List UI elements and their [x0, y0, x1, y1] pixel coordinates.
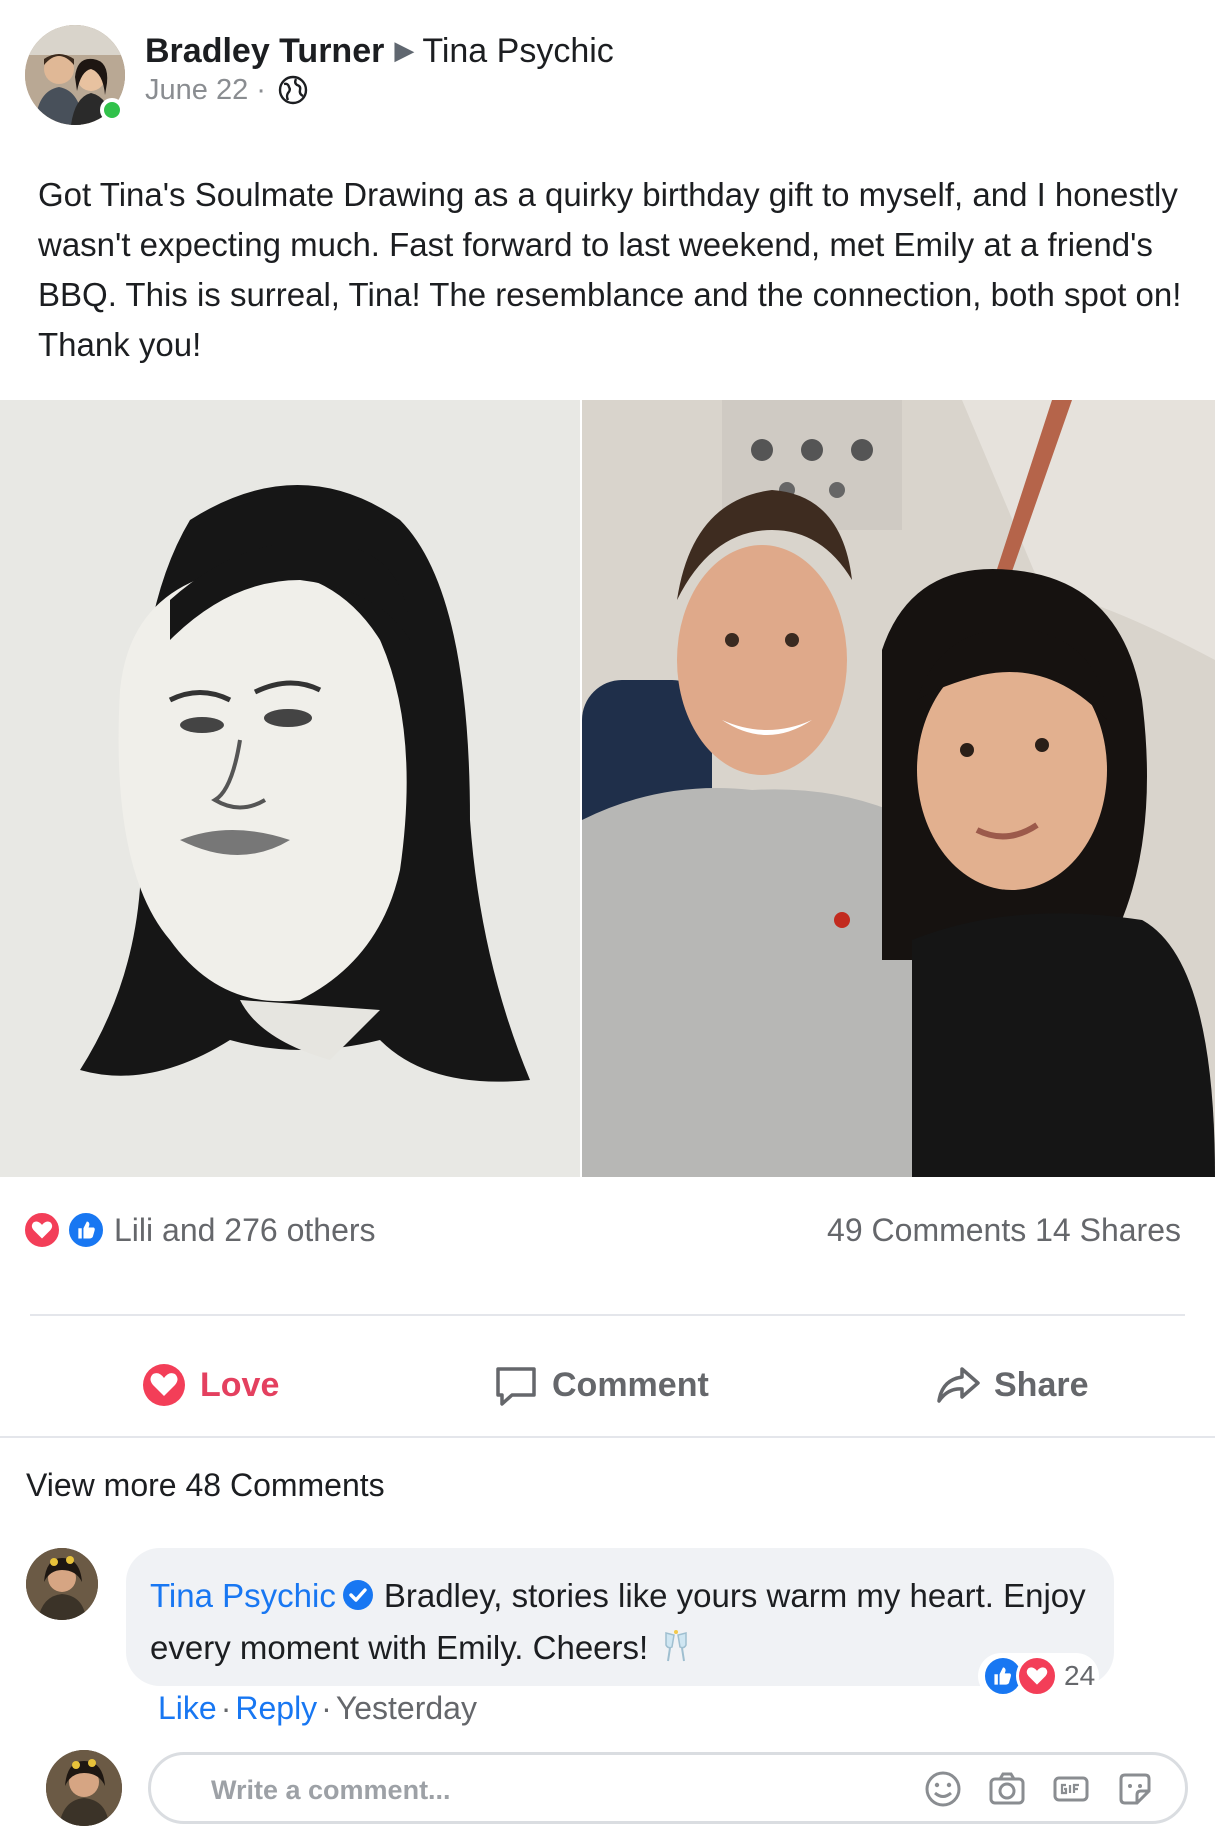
cheers-icon — [665, 1630, 687, 1662]
comments-shares-count[interactable]: 49 Comments 14 Shares — [827, 1212, 1181, 1249]
comment-actions: Like · Reply · Yesterday — [158, 1690, 477, 1727]
love-icon — [143, 1364, 185, 1406]
sticker-icon[interactable] — [1115, 1769, 1155, 1809]
emoji-icon[interactable] — [923, 1769, 963, 1809]
commenter-name[interactable]: Tina Psychic — [150, 1577, 336, 1614]
share-button-label: Share — [994, 1365, 1089, 1404]
soulmate-drawing-image[interactable] — [0, 400, 580, 1177]
couple-selfie-image[interactable] — [582, 400, 1215, 1177]
page-name[interactable]: Tina Psychic — [422, 32, 613, 70]
love-icon — [1016, 1655, 1058, 1697]
comment-like-link[interactable]: Like — [158, 1690, 217, 1726]
comment-bubble: Tina Psychic Bradley, stories like yours … — [126, 1548, 1114, 1686]
globe-icon — [278, 75, 308, 105]
love-button-label: Love — [200, 1365, 280, 1404]
gif-icon[interactable] — [1051, 1769, 1091, 1809]
current-user-avatar — [46, 1750, 122, 1826]
comment-reaction-count: 24 — [1064, 1660, 1096, 1691]
like-icon — [66, 1210, 106, 1250]
share-button[interactable]: Share — [934, 1340, 1089, 1430]
comment-button-label: Comment — [552, 1365, 709, 1404]
comment-composer — [148, 1752, 1188, 1824]
author-line: Bradley Turner ▶ Tina Psychic — [145, 32, 614, 71]
action-separator: · — [220, 1690, 232, 1726]
post-text: Got Tina's Soulmate Drawing as a quirky … — [38, 176, 1182, 363]
comment-icon — [496, 1367, 536, 1406]
post-header: Bradley Turner ▶ Tina Psychic June 22 · — [0, 0, 1215, 150]
play-arrow-icon: ▶ — [394, 35, 415, 65]
comment-button[interactable]: Comment — [492, 1340, 709, 1430]
online-status-indicator — [100, 98, 124, 122]
share-icon — [937, 1367, 980, 1403]
comment-reply-link[interactable]: Reply — [235, 1690, 317, 1726]
reactions-summary-bar: Lili and 276 others 49 Comments 14 Share… — [0, 1200, 1215, 1260]
composer-tools — [899, 1769, 1155, 1809]
comment-reactions[interactable]: 24 — [978, 1653, 1100, 1699]
reaction-summary-text[interactable]: Lili and 276 others — [114, 1212, 376, 1249]
divider — [30, 1314, 1185, 1316]
post-action-bar: Love Comment Share — [0, 1340, 1215, 1430]
action-separator: · — [321, 1690, 332, 1726]
comment-input[interactable] — [209, 1767, 773, 1813]
meta-separator: · — [256, 74, 266, 106]
post-date[interactable]: June 22 — [145, 74, 248, 106]
divider — [0, 1436, 1215, 1438]
view-more-comments-link[interactable]: View more 48 Comments — [26, 1467, 385, 1504]
post-photos[interactable] — [0, 400, 1215, 1177]
commenter-avatar[interactable] — [26, 1548, 98, 1620]
comment-content: Tina Psychic Bradley, stories like yours … — [150, 1570, 1090, 1674]
verified-icon — [342, 1580, 373, 1610]
camera-icon[interactable] — [987, 1769, 1027, 1809]
love-button[interactable]: Love — [140, 1340, 279, 1430]
author-name[interactable]: Bradley Turner — [145, 32, 384, 70]
post-meta: June 22 · — [145, 74, 308, 107]
love-icon — [22, 1210, 62, 1250]
comment-timestamp: Yesterday — [335, 1690, 477, 1726]
